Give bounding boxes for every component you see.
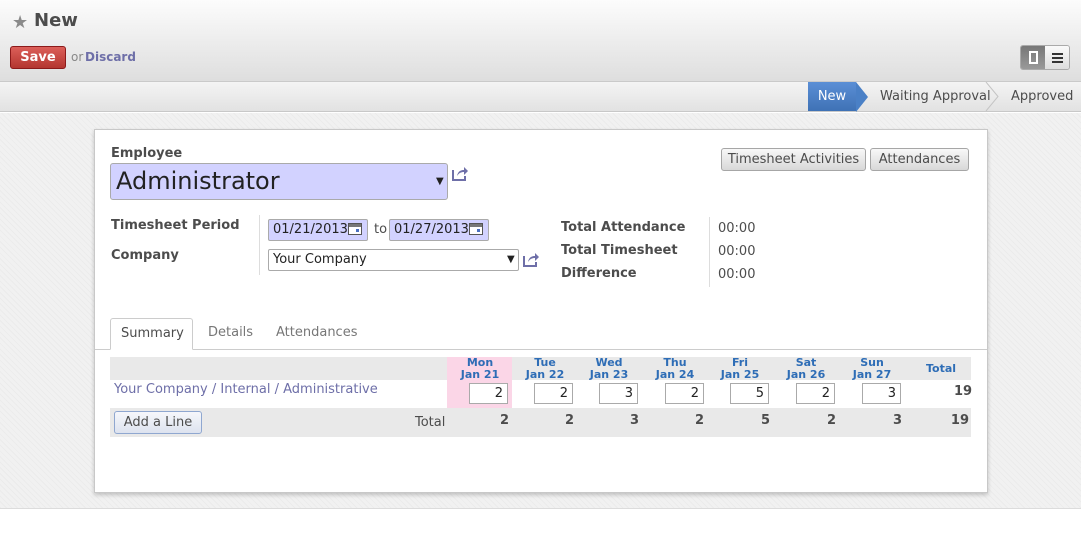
total-timesheet-value: 00:00	[718, 244, 756, 259]
list-view-icon[interactable]	[1045, 46, 1069, 69]
company-select[interactable]: Your Company	[268, 249, 519, 271]
column-total: 2	[826, 413, 836, 428]
day-header: Wed Jan 23	[589, 356, 629, 381]
column-total: 2	[564, 413, 574, 428]
total-attendance-value: 00:00	[718, 221, 756, 236]
column-total: 3	[629, 413, 639, 428]
hours-input[interactable]: 2	[665, 383, 704, 404]
status-bar: New Waiting Approval Approved	[0, 82, 1081, 112]
page-title: New	[34, 10, 78, 31]
hours-input[interactable]: 2	[469, 383, 508, 404]
add-line-button[interactable]: Add a Line	[114, 411, 202, 434]
total-timesheet-label: Total Timesheet	[561, 243, 678, 258]
divider	[259, 215, 260, 275]
calendar-icon[interactable]	[469, 223, 483, 235]
hours-input[interactable]: 2	[534, 383, 573, 404]
difference-label: Difference	[561, 266, 637, 281]
row-total: 19	[954, 384, 973, 399]
calendar-icon[interactable]	[348, 223, 362, 235]
company-label: Company	[111, 248, 179, 263]
stage-waiting-approval[interactable]: Waiting Approval	[880, 82, 991, 111]
day-header: Mon Jan 21	[460, 356, 500, 381]
day-header: Sun Jan 27	[852, 356, 892, 381]
star-icon[interactable]: ★	[12, 12, 28, 33]
day-header: Fri Jan 25	[720, 356, 760, 381]
or-text: or	[71, 50, 84, 64]
tab-summary[interactable]: Summary	[110, 318, 193, 350]
divider	[709, 217, 710, 287]
employee-select[interactable]: Administrator	[110, 163, 448, 200]
tab-attendances[interactable]: Attendances	[266, 318, 367, 350]
stage-approved[interactable]: Approved	[1011, 82, 1073, 111]
day-header: Sat Jan 26	[786, 356, 826, 381]
stage-new[interactable]: New	[808, 82, 856, 111]
column-total: 2	[499, 413, 509, 428]
total-header: Total	[926, 362, 957, 375]
column-total: 2	[694, 413, 704, 428]
account-link[interactable]: Your Company / Internal / Administrative	[114, 382, 378, 397]
stage-arrow	[856, 82, 868, 112]
form-view-icon[interactable]	[1021, 46, 1045, 69]
stage-separator	[985, 82, 999, 111]
hours-input[interactable]: 5	[730, 383, 769, 404]
day-header: Thu Jan 24	[655, 356, 695, 381]
column-total: 3	[892, 413, 902, 428]
column-total: 5	[760, 413, 770, 428]
total-attendance-label: Total Attendance	[561, 220, 686, 235]
to-label: to	[374, 222, 388, 237]
hours-input[interactable]: 3	[862, 383, 901, 404]
external-link-icon[interactable]	[452, 166, 469, 181]
grand-total: 19	[950, 413, 969, 428]
day-header: Tue Jan 22	[525, 356, 565, 381]
employee-label: Employee	[111, 146, 183, 161]
control-panel: ★ New Save or Discard	[0, 0, 1081, 82]
save-button[interactable]: Save	[10, 46, 66, 69]
discard-link[interactable]: Discard	[85, 50, 136, 64]
hours-input[interactable]: 2	[796, 383, 835, 404]
difference-value: 00:00	[718, 267, 756, 282]
attendances-button[interactable]: Attendances	[870, 148, 969, 171]
timesheet-period-label: Timesheet Period	[111, 218, 240, 233]
chevron-down-icon[interactable]: ▼	[436, 176, 444, 187]
hours-input[interactable]: 3	[599, 383, 638, 404]
timesheet-activities-button[interactable]: Timesheet Activities	[721, 148, 866, 171]
external-link-icon[interactable]	[523, 252, 540, 267]
view-switcher	[1020, 45, 1070, 70]
total-label: Total	[415, 415, 446, 430]
chevron-down-icon[interactable]: ▼	[507, 254, 515, 265]
grid-total-row	[110, 408, 971, 437]
tab-details[interactable]: Details	[198, 318, 263, 350]
